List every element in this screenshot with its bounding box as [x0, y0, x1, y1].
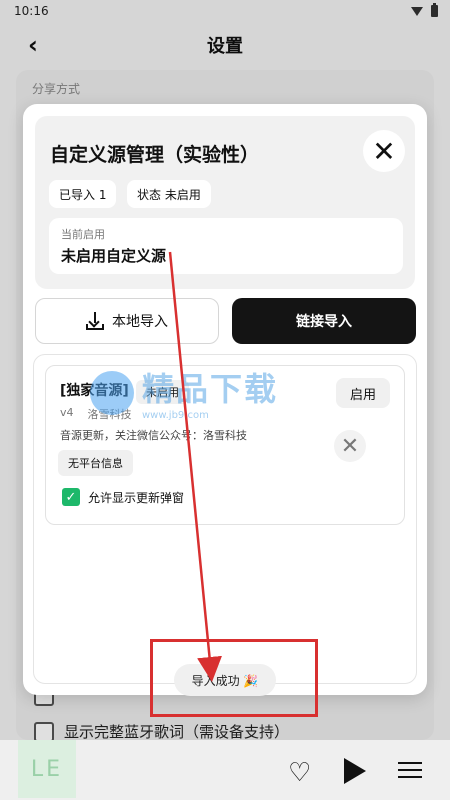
queue-icon[interactable]	[398, 762, 422, 780]
modal-title: 自定义源管理（实验性）	[50, 144, 260, 166]
local-import-button[interactable]: 本地导入	[35, 298, 219, 344]
watermark: 精品下载 www.jb9.com	[90, 364, 278, 421]
source-description: 音源更新，关注微信公众号：洛雪科技	[60, 429, 247, 442]
watermark-sub: www.jb9.com	[142, 410, 209, 421]
download-icon	[86, 312, 104, 330]
player-bar: LE ♡	[0, 740, 450, 800]
close-icon: ✕	[340, 433, 360, 459]
source-version: v4	[60, 406, 74, 419]
link-import-label: 链接导入	[296, 314, 352, 330]
current-source-box: 当前启用 未启用自定义源	[49, 218, 403, 274]
close-icon: ✕	[372, 134, 396, 168]
watermark-text: 精品下载	[142, 370, 279, 408]
checkbox-checked-icon[interactable]: ✓	[62, 488, 80, 506]
link-import-button[interactable]: 链接导入	[232, 298, 416, 344]
platform-tag: 无平台信息	[58, 450, 133, 476]
close-button[interactable]: ✕	[363, 130, 405, 172]
current-source-value: 未启用自定义源	[61, 247, 167, 265]
heart-icon[interactable]: ♡	[288, 758, 311, 788]
imported-count-tag: 已导入 1	[49, 180, 117, 208]
enable-source-button[interactable]: 启用	[336, 378, 390, 408]
allow-popup-label: 允许显示更新弹窗	[88, 490, 185, 505]
annotation-box	[150, 639, 318, 717]
delete-source-button[interactable]: ✕	[334, 430, 366, 462]
watermark-logo	[90, 370, 134, 415]
album-art[interactable]: LE	[18, 740, 76, 798]
play-icon[interactable]	[344, 758, 366, 784]
current-source-label: 当前启用	[61, 228, 105, 241]
allow-popup-toggle[interactable]: ✓ 允许显示更新弹窗	[62, 488, 184, 506]
local-import-label: 本地导入	[112, 314, 168, 330]
info-card: 自定义源管理（实验性） ✕ 已导入 1 状态 未启用 当前启用 未启用自定义源	[35, 116, 415, 289]
status-tag: 状态 未启用	[127, 180, 211, 208]
